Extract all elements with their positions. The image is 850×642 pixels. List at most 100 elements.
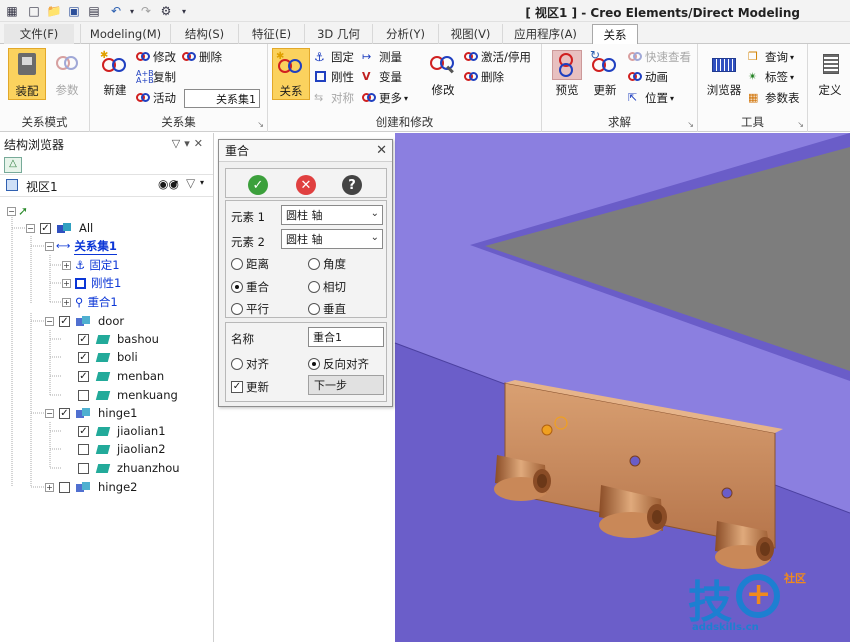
new-file-icon[interactable]: □ (26, 3, 42, 19)
browser-button[interactable]: 浏览器 (702, 48, 746, 100)
preview-button[interactable]: 预览 (548, 48, 586, 100)
new-relset-button[interactable]: ✱ 新建 (96, 48, 134, 100)
help-question-icon[interactable]: ? (342, 175, 362, 195)
element1-select[interactable]: 圆柱 轴 ⌄ (281, 205, 383, 225)
activate-button[interactable]: 激活/停用 (464, 48, 531, 66)
visibility-checkbox[interactable] (78, 443, 89, 455)
tree-item-door[interactable]: − ✓ door (45, 312, 124, 330)
visibility-checkbox[interactable]: ✓ (78, 425, 89, 437)
fix-button[interactable]: ⚓ 固定 (314, 48, 354, 66)
collapse-icon[interactable]: − (26, 223, 35, 233)
tree-root-row[interactable]: − ➚ (7, 202, 28, 220)
visibility-checkbox[interactable]: ✓ (59, 407, 70, 419)
tree-item-menkuang[interactable]: menkuang (75, 386, 178, 404)
radio-angle[interactable]: 角度 (308, 256, 346, 272)
visibility-checkbox[interactable] (78, 462, 89, 474)
position-button[interactable]: ⇱ 位置 ▾ (628, 89, 674, 107)
tab-relations[interactable]: 关系 (592, 24, 638, 45)
print-preview-icon[interactable]: ▤ (86, 3, 102, 19)
expand-icon[interactable]: + (62, 260, 71, 270)
relset-launcher-icon[interactable]: ↘ (257, 120, 264, 129)
next-button[interactable]: 下一步 (308, 375, 384, 395)
radio-perpendicular[interactable]: 垂直 (308, 301, 346, 317)
tree-item-coincide1[interactable]: + ⚲ 重合1 (62, 293, 118, 311)
collapse-icon[interactable]: − (7, 206, 16, 216)
redo-icon[interactable]: ↷ (138, 3, 154, 19)
tree-item-relset1[interactable]: − ⟷ 关系集1 (45, 237, 117, 255)
collapse-icon[interactable]: − (45, 241, 54, 251)
define-button[interactable]: 定义 (812, 48, 848, 100)
measure-button[interactable]: ↦ 测量 (362, 48, 402, 66)
tab-view[interactable]: 视图(V) (438, 24, 502, 44)
tree-item-jiaolian1[interactable]: ✓ jiaolian1 (75, 422, 166, 440)
element2-select[interactable]: 圆柱 轴 ⌄ (281, 229, 383, 249)
radio-tangent[interactable]: 相切 (308, 279, 346, 295)
name-field[interactable]: 重合1 (308, 327, 384, 347)
radio-coincide[interactable]: 重合 (231, 279, 269, 295)
radio-reverse-align[interactable]: 反向对齐 (308, 356, 369, 372)
visibility-checkbox[interactable]: ✓ (59, 315, 70, 327)
visibility-checkbox[interactable]: ✓ (78, 333, 89, 345)
tree-item-jiaolian2[interactable]: jiaolian2 (75, 440, 166, 458)
tree-item-fix1[interactable]: + ⚓ 固定1 (62, 256, 120, 274)
collapse-icon[interactable]: − (45, 316, 54, 326)
more-button[interactable]: 更多 ▾ (362, 89, 408, 107)
undo-icon[interactable]: ↶ (108, 3, 124, 19)
rigid-button[interactable]: 刚性 (314, 68, 354, 86)
expand-icon[interactable]: + (62, 278, 71, 288)
confirm-check-icon[interactable]: ✓ (248, 175, 268, 195)
symmetric-button[interactable]: ⇆ 对称 (314, 89, 354, 107)
tree-item-zhuanzhou[interactable]: zhuanzhou (75, 459, 180, 477)
visibility-checkbox[interactable]: ✓ (78, 351, 89, 363)
tree-item-menban[interactable]: ✓ menban (75, 367, 164, 385)
tree-item-all[interactable]: − ✓ All (26, 219, 93, 237)
cancel-x-icon[interactable]: ✕ (296, 175, 316, 195)
visibility-checkbox[interactable]: ✓ (78, 370, 89, 382)
modify-relset-button[interactable]: 修改 (136, 48, 176, 66)
tree-item-rigid1[interactable]: + 刚性1 (62, 274, 121, 292)
tab-modeling[interactable]: Modeling(M) (80, 24, 170, 44)
tab-structure[interactable]: 结构(S) (170, 24, 238, 44)
tab-features[interactable]: 特征(E) (238, 24, 304, 44)
delete-relation-button[interactable]: 删除 (464, 68, 504, 86)
expand-icon[interactable]: + (45, 482, 54, 492)
visibility-checkbox[interactable] (78, 389, 89, 401)
modify-relation-button[interactable]: 修改 (424, 48, 462, 100)
expand-icon[interactable]: + (62, 297, 71, 307)
label-button[interactable]: ✴ 标签 ▾ (748, 68, 794, 86)
copy-relset-button[interactable]: A+B A+B 复制 (136, 68, 176, 86)
selection-filter-icon[interactable]: ⚙ (158, 3, 174, 19)
tab-analysis[interactable]: 分析(Y) (372, 24, 438, 44)
delete-relset-button[interactable]: 删除 (182, 48, 222, 66)
tree-item-bashou[interactable]: ✓ bashou (75, 330, 159, 348)
visibility-checkbox[interactable] (59, 481, 70, 493)
save-icon[interactable]: ▣ (66, 3, 82, 19)
tab-file[interactable]: 文件(F) (4, 24, 74, 44)
open-folder-icon[interactable]: 📁 (46, 3, 62, 19)
quickview-button[interactable]: 快速查看 (628, 48, 691, 66)
tools-launcher-icon[interactable]: ↘ (797, 120, 804, 129)
visibility-checkbox[interactable]: ✓ (40, 222, 51, 234)
tab-3d-geometry[interactable]: 3D 几何 (304, 24, 372, 44)
tree-item-hinge2[interactable]: + hinge2 (45, 478, 137, 496)
update-checkbox[interactable]: ✓ 更新 (231, 379, 269, 395)
tree-item-hinge1[interactable]: − ✓ hinge1 (45, 404, 137, 422)
paramtable-button[interactable]: ▦ 参数表 (748, 89, 800, 107)
radio-parallel[interactable]: 平行 (231, 301, 269, 317)
dialog-close-icon[interactable]: ✕ (376, 143, 387, 158)
params-button[interactable]: 参数 (48, 48, 86, 100)
assemble-button[interactable]: 装配 (8, 48, 46, 100)
active-relset-field[interactable]: 关系集1 (184, 89, 260, 108)
radio-distance[interactable]: 距离 (231, 256, 269, 272)
solve-launcher-icon[interactable]: ↘ (687, 120, 694, 129)
tab-applications[interactable]: 应用程序(A) (502, 24, 588, 44)
query-button[interactable]: ❒ 查询 ▾ (748, 48, 794, 66)
animate-button[interactable]: 动画 (628, 68, 668, 86)
relation-button[interactable]: ✱ 关系 (272, 48, 310, 100)
variable-button[interactable]: V 变量 (362, 68, 402, 86)
radio-align[interactable]: 对齐 (231, 356, 269, 372)
active-relset-button[interactable]: 活动 (136, 89, 176, 107)
collapse-icon[interactable]: − (45, 408, 54, 418)
quick-access-dropdown-icon[interactable]: ▾ (176, 3, 192, 19)
tree-item-boli[interactable]: ✓ boli (75, 348, 138, 366)
